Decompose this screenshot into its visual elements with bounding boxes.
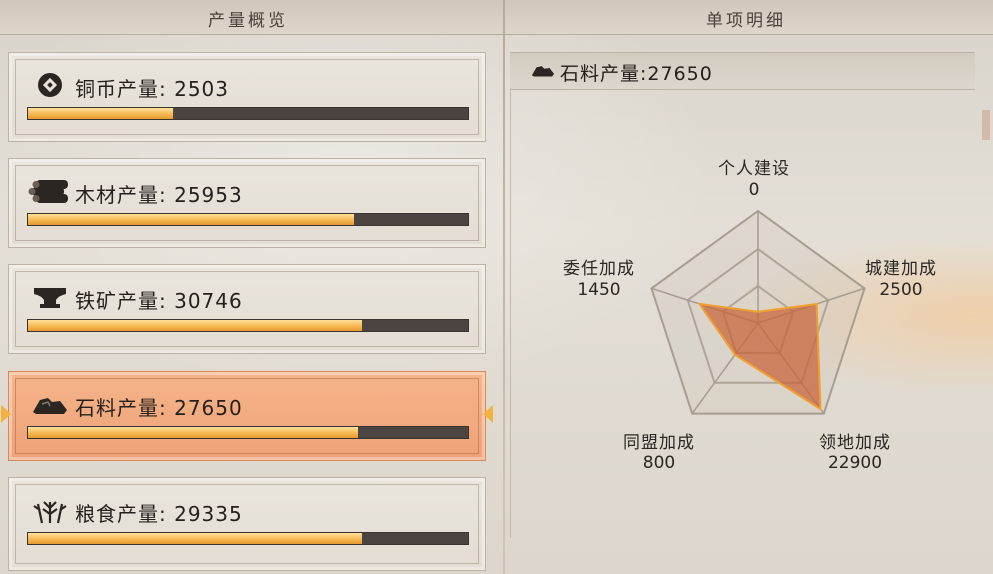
radar-axis-label-city: 城建加成 [865, 259, 937, 279]
wheat-icon [27, 496, 73, 524]
resource-label: 铜币产量: 2503 [75, 77, 229, 101]
resource-card-grain[interactable]: 粮食产量: 29335 [8, 477, 486, 571]
resource-card-copper[interactable]: 铜币产量: 2503 [8, 52, 486, 142]
progress-fill [28, 320, 363, 331]
radar-axis-label-appointment: 委任加成 [563, 259, 635, 279]
resource-label: 粮食产量: 29335 [75, 502, 243, 526]
radar-axis-value-appointment: 1450 [577, 280, 621, 300]
selection-arrow-right-icon [483, 405, 493, 423]
radar-axis-value-city: 2500 [879, 280, 923, 300]
radar-axis-value-personal: 0 [748, 180, 760, 200]
resource-card-iron[interactable]: 铁矿产量: 30746 [8, 264, 486, 354]
detail-title: 单项明细 [706, 11, 786, 31]
progress-bar [27, 319, 469, 332]
stone-icon [27, 390, 73, 418]
stone-icon [530, 61, 556, 83]
detail-header-label: 石料产量:27650 [560, 63, 713, 85]
selection-arrow-left-icon [1, 405, 11, 423]
progress-fill [28, 427, 358, 438]
radar-axis-value-alliance: 800 [642, 453, 676, 473]
detail-header: 石料产量:27650 [510, 52, 975, 90]
progress-bar [27, 213, 469, 226]
anvil-icon [27, 283, 73, 311]
progress-fill [28, 214, 354, 225]
progress-bar [27, 532, 469, 545]
radar-axis-value-territory: 22900 [827, 453, 883, 473]
progress-bar [27, 426, 469, 439]
radar-axis-label-alliance: 同盟加成 [623, 433, 695, 453]
detail-panel: 个人建设 0 城建加成 2500 领地加成 22900 同盟加成 800 委任加… [510, 88, 976, 538]
resource-label: 木材产量: 25953 [75, 183, 243, 207]
progress-fill [28, 533, 363, 544]
overview-title: 产量概览 [208, 11, 288, 31]
log-icon [27, 177, 73, 205]
resource-card-wood[interactable]: 木材产量: 25953 [8, 158, 486, 248]
resource-card-stone[interactable]: 石料产量: 27650 [1, 371, 493, 461]
header-strip: 产量概览 单项明细 [0, 0, 993, 35]
progress-bar [27, 107, 469, 120]
resource-label: 铁矿产量: 30746 [75, 289, 243, 313]
radar-axis-label-territory: 领地加成 [819, 433, 891, 453]
side-ornament [982, 110, 990, 140]
progress-fill [28, 108, 174, 119]
radar-axis-label-personal: 个人建设 [718, 159, 790, 179]
coin-icon [27, 71, 73, 99]
resource-label: 石料产量: 27650 [75, 396, 243, 420]
column-divider [503, 0, 505, 574]
